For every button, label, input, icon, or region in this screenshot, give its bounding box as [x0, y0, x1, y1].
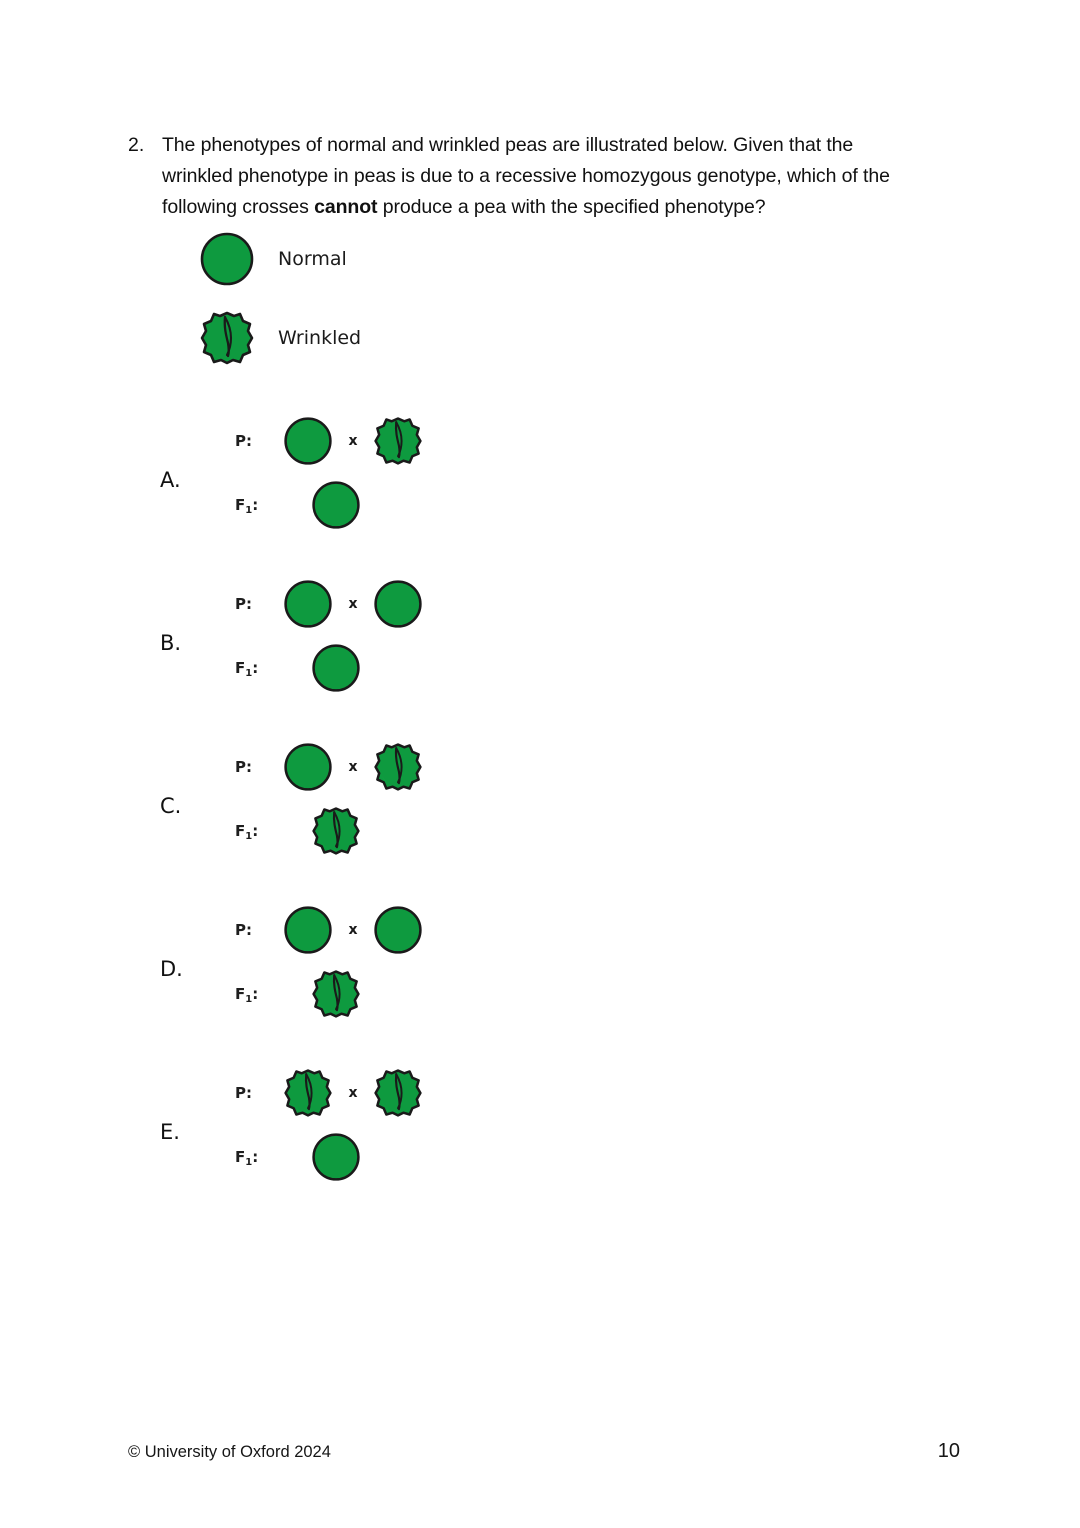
footer-page-number: 10	[937, 1440, 960, 1462]
parent2-pea-a	[367, 415, 429, 467]
option-letter-c: C.	[160, 794, 182, 818]
legend-label-normal: Normal	[278, 248, 347, 270]
f1-label-prefix-c: F	[235, 822, 246, 840]
parent1-pea-b	[277, 578, 339, 630]
answer-option-d[interactable]: D. P: x F1:	[155, 899, 575, 1062]
f1-label-suffix-a: :	[252, 496, 259, 514]
offspring-pea-e	[305, 1131, 367, 1183]
f1-label-d: F1:	[235, 985, 277, 1005]
f1-label-b: F1:	[235, 659, 277, 679]
f1-label-suffix-c: :	[252, 822, 259, 840]
f1-label-c: F1:	[235, 822, 277, 842]
answer-option-a[interactable]: A. P: x F1:	[155, 410, 575, 573]
answer-options-list: A. P: x F1: B. P: x F1: C. P: x F1: D. P…	[155, 410, 575, 1225]
parent-generation-row-a: P: x	[235, 410, 429, 472]
f1-label-subscript-d: 1	[245, 994, 253, 1005]
cross-diagram-b: P: x F1:	[235, 573, 429, 699]
cross-symbol-c: x	[348, 759, 358, 775]
f1-label-suffix-e: :	[252, 1148, 259, 1166]
parent1-pea-c	[277, 741, 339, 793]
f1-label-subscript-c: 1	[245, 831, 253, 842]
parent2-pea-b	[367, 578, 429, 630]
parent-label-b: P:	[235, 595, 277, 613]
f1-generation-row-e: F1:	[235, 1126, 429, 1188]
parent-generation-row-e: P: x	[235, 1062, 429, 1124]
answer-option-e[interactable]: E. P: x F1:	[155, 1062, 575, 1225]
parent1-pea-e	[277, 1067, 339, 1119]
parent-generation-row-b: P: x	[235, 573, 429, 635]
option-letter-a: A.	[160, 468, 181, 492]
option-letter-b: B.	[160, 631, 182, 655]
footer-copyright: © University of Oxford 2024	[128, 1443, 331, 1461]
cross-symbol-a: x	[348, 433, 358, 449]
parent-label-d: P:	[235, 921, 277, 939]
wrinkled-pea-icon	[196, 309, 258, 367]
f1-label-subscript-e: 1	[245, 1157, 253, 1168]
cross-symbol-e: x	[348, 1085, 358, 1101]
f1-label-suffix-d: :	[252, 985, 259, 1003]
answer-option-c[interactable]: C. P: x F1:	[155, 736, 575, 899]
parent-label-text-b: P:	[235, 595, 252, 613]
f1-label-a: F1:	[235, 496, 277, 516]
parent2-pea-d	[367, 904, 429, 956]
parent-label-text-e: P:	[235, 1084, 252, 1102]
parent1-pea-d	[277, 904, 339, 956]
parent-label-text-a: P:	[235, 432, 252, 450]
parent-label-a: P:	[235, 432, 277, 450]
f1-label-prefix-a: F	[235, 496, 246, 514]
parent2-pea-e	[367, 1067, 429, 1119]
offspring-pea-c	[305, 805, 367, 857]
parent-label-text-d: P:	[235, 921, 252, 939]
phenotype-legend: Normal Wrinkled	[196, 228, 361, 369]
offspring-pea-a	[305, 479, 367, 531]
f1-label-prefix-d: F	[235, 985, 246, 1003]
legend-item-wrinkled: Wrinkled	[196, 307, 361, 369]
f1-label-suffix-b: :	[252, 659, 259, 677]
normal-pea-icon	[196, 230, 258, 288]
answer-option-b[interactable]: B. P: x F1:	[155, 573, 575, 736]
f1-label-prefix-e: F	[235, 1148, 246, 1166]
parent-generation-row-d: P: x	[235, 899, 429, 961]
cross-diagram-d: P: x F1:	[235, 899, 429, 1025]
cross-diagram-c: P: x F1:	[235, 736, 429, 862]
parent-label-c: P:	[235, 758, 277, 776]
cross-diagram-e: P: x F1:	[235, 1062, 429, 1188]
question-block: 2. The phenotypes of normal and wrinkled…	[128, 130, 928, 223]
option-letter-d: D.	[160, 957, 183, 981]
offspring-pea-b	[305, 642, 367, 694]
f1-label-e: F1:	[235, 1148, 277, 1168]
question-text: The phenotypes of normal and wrinkled pe…	[162, 130, 928, 223]
f1-generation-row-a: F1:	[235, 474, 429, 536]
parent1-pea-a	[277, 415, 339, 467]
f1-label-subscript-b: 1	[245, 668, 253, 679]
question-text-part2: produce a pea with the specified phenoty…	[377, 196, 766, 218]
parent2-pea-c	[367, 741, 429, 793]
f1-generation-row-d: F1:	[235, 963, 429, 1025]
page-footer: © University of Oxford 2024 10	[128, 1440, 960, 1463]
f1-generation-row-b: F1:	[235, 637, 429, 699]
f1-label-subscript-a: 1	[245, 505, 253, 516]
parent-generation-row-c: P: x	[235, 736, 429, 798]
offspring-pea-d	[305, 968, 367, 1020]
cross-symbol-b: x	[348, 596, 358, 612]
legend-item-normal: Normal	[196, 228, 361, 290]
legend-label-wrinkled: Wrinkled	[278, 327, 362, 349]
cross-symbol-d: x	[348, 922, 358, 938]
parent-label-text-c: P:	[235, 758, 252, 776]
question-emphasis-cannot: cannot	[314, 196, 378, 218]
parent-label-e: P:	[235, 1084, 277, 1102]
cross-diagram-a: P: x F1:	[235, 410, 429, 536]
question-number: 2.	[128, 134, 145, 156]
option-letter-e: E.	[160, 1120, 180, 1144]
f1-generation-row-c: F1:	[235, 800, 429, 862]
f1-label-prefix-b: F	[235, 659, 246, 677]
